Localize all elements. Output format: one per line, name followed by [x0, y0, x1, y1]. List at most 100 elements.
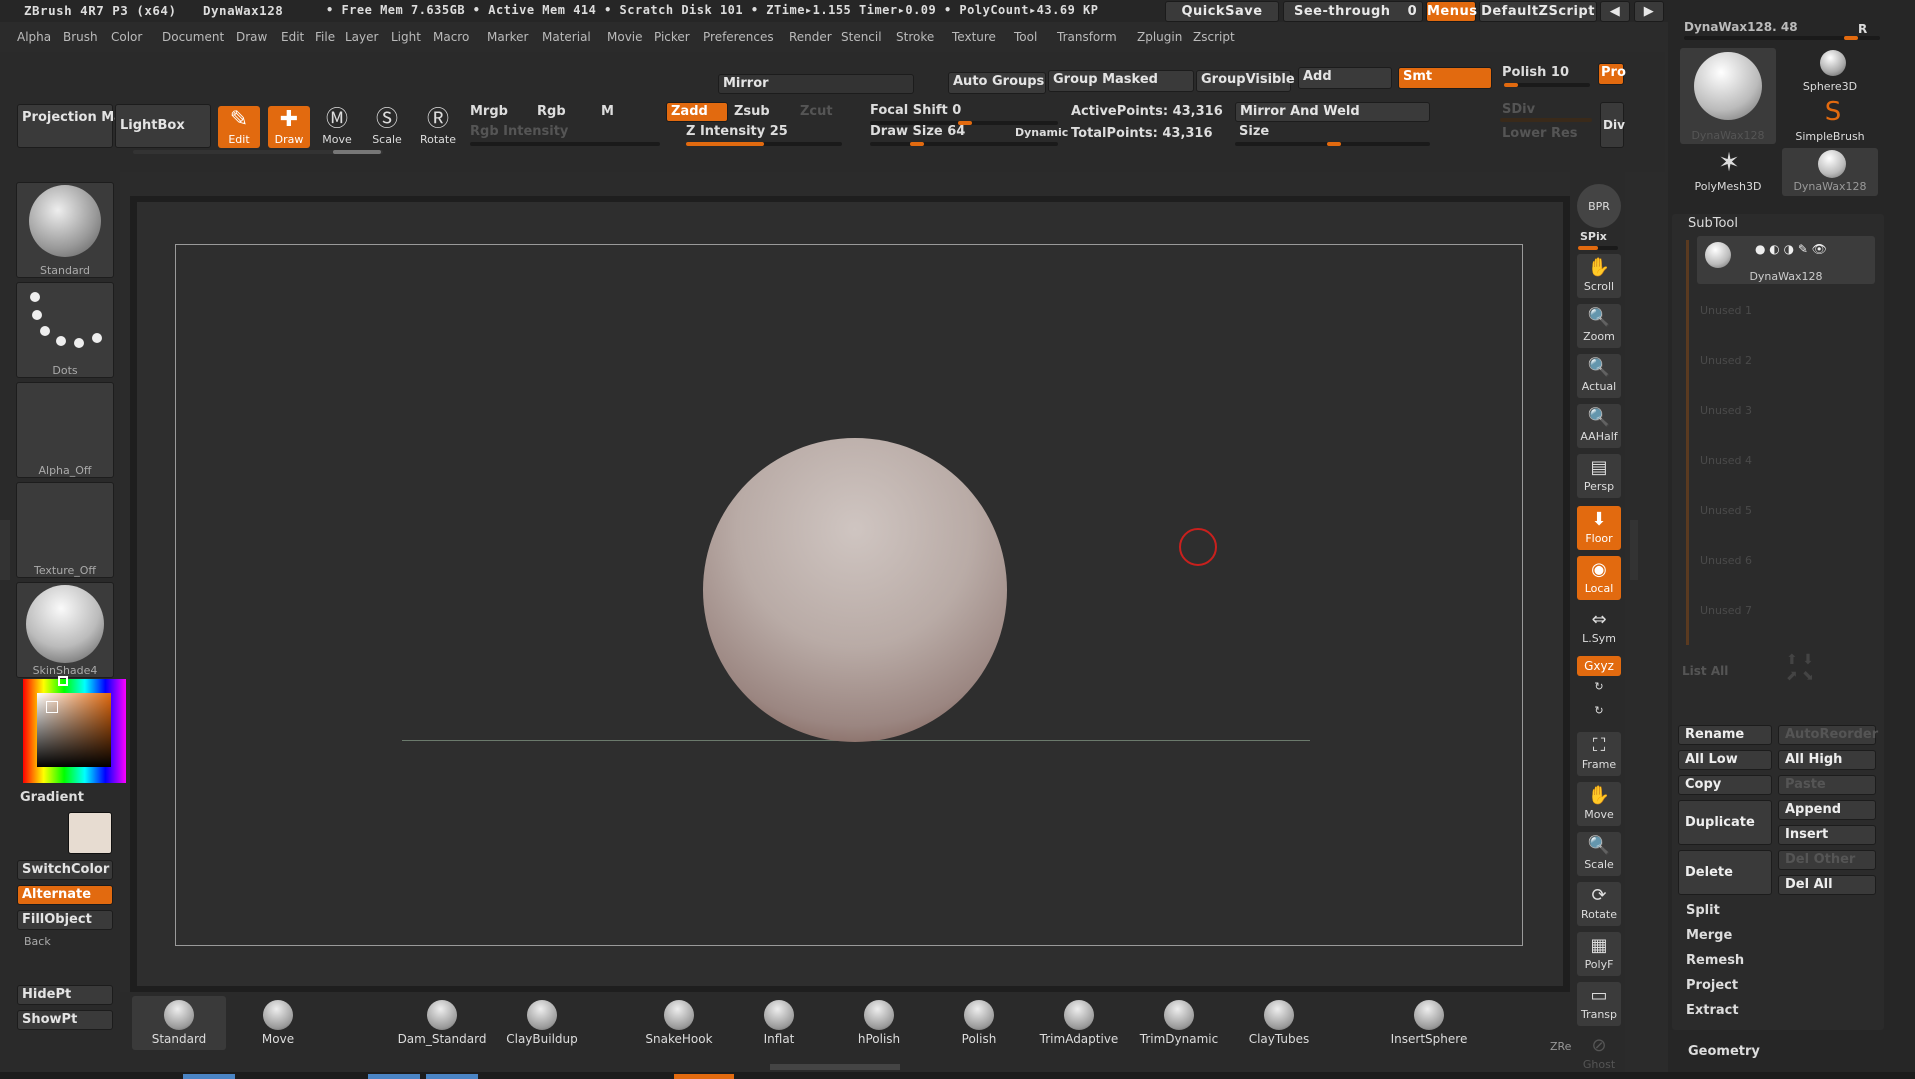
menu-zplugin[interactable]: Zplugin: [1137, 30, 1182, 44]
auto-reorder-button[interactable]: AutoReorder: [1778, 725, 1878, 745]
subtool-slot[interactable]: Unused 1: [1700, 304, 1752, 317]
scale-mode-button[interactable]: Ⓢ Scale: [366, 106, 408, 148]
default-zscript-button[interactable]: DefaultZScript: [1479, 1, 1597, 22]
spix-slider[interactable]: SPix: [1580, 230, 1607, 243]
taskbar-item[interactable]: [183, 1074, 235, 1079]
tool-dynawax-secondary[interactable]: DynaWax128: [1782, 148, 1878, 196]
secondary-color-swatch[interactable]: [68, 812, 112, 854]
brush-standard[interactable]: Standard: [132, 996, 226, 1050]
menu-brush[interactable]: Brush: [63, 30, 98, 44]
menu-draw[interactable]: Draw: [236, 30, 267, 44]
bottom-shelf-scroll[interactable]: [770, 1064, 900, 1070]
gradient-label[interactable]: Gradient: [20, 790, 84, 805]
menu-edit[interactable]: Edit: [281, 30, 304, 44]
zoom-button[interactable]: 🔍 Zoom: [1577, 304, 1621, 348]
brush-insertsphere[interactable]: InsertSphere: [1382, 996, 1476, 1050]
menu-preferences[interactable]: Preferences: [703, 30, 774, 44]
local-button[interactable]: ◉ Local: [1577, 556, 1621, 600]
append-button[interactable]: Append: [1778, 800, 1876, 820]
merge-menu[interactable]: Merge: [1686, 928, 1732, 943]
hide-pt-button[interactable]: HidePt: [17, 985, 113, 1005]
quicksave-button[interactable]: QuickSave: [1165, 1, 1279, 22]
alternate-button[interactable]: Alternate: [17, 885, 113, 905]
lower-res-button[interactable]: Lower Res: [1502, 126, 1578, 141]
rotate-view-button[interactable]: ⟳ Rotate: [1577, 882, 1621, 926]
tool-sphere3d[interactable]: Sphere3D: [1782, 48, 1878, 96]
menu-macro[interactable]: Macro: [433, 30, 469, 44]
auto-groups-button[interactable]: Auto Groups: [948, 72, 1046, 94]
taskbar-item[interactable]: [426, 1074, 478, 1079]
m-button[interactable]: M: [601, 104, 614, 119]
menu-alpha[interactable]: Alpha: [17, 30, 51, 44]
extract-menu[interactable]: Extract: [1686, 1003, 1739, 1018]
list-all-button[interactable]: List All: [1682, 664, 1728, 678]
scale-view-button[interactable]: 🔍 Scale: [1577, 832, 1621, 876]
size-slider[interactable]: [1235, 142, 1430, 146]
show-pt-button[interactable]: ShowPt: [17, 1010, 113, 1030]
menus-button[interactable]: Menus: [1426, 1, 1477, 22]
insert-button[interactable]: Insert: [1778, 825, 1876, 845]
edit-mode-button[interactable]: ✎ Edit: [218, 106, 260, 148]
zsub-button[interactable]: Zsub: [734, 104, 770, 119]
bpr-button[interactable]: BPR: [1577, 184, 1621, 228]
prev-icon[interactable]: ◀: [1600, 1, 1630, 22]
all-low-button[interactable]: All Low: [1678, 750, 1772, 770]
right-tray-toggle[interactable]: [1630, 520, 1638, 580]
subtool-arrows-icon[interactable]: ⬆ ⬇ ⬈ ⬊: [1786, 652, 1814, 684]
menu-document[interactable]: Document: [162, 30, 224, 44]
divide-button[interactable]: Div: [1600, 102, 1625, 148]
left-tray-toggle[interactable]: [0, 520, 10, 580]
spix-slider-track[interactable]: [1578, 246, 1618, 250]
paste-button[interactable]: Paste: [1778, 775, 1876, 795]
tool-simplebrush[interactable]: S SimpleBrush: [1782, 98, 1878, 146]
zremesher-shortcut[interactable]: ZRe: [1550, 1040, 1571, 1053]
split-menu[interactable]: Split: [1686, 903, 1720, 918]
mirror-button[interactable]: Mirror: [718, 74, 914, 94]
all-high-button[interactable]: All High: [1778, 750, 1876, 770]
menu-render[interactable]: Render: [789, 30, 832, 44]
menu-color[interactable]: Color: [111, 30, 142, 44]
subtool-slot[interactable]: Unused 3: [1700, 404, 1752, 417]
rotate-y-icon[interactable]: ↻: [1577, 680, 1621, 702]
lsym-button[interactable]: ⇔ L.Sym: [1577, 606, 1621, 650]
material-thumbnail[interactable]: SkinShade4: [16, 582, 114, 678]
menu-light[interactable]: Light: [391, 30, 421, 44]
actual-button[interactable]: 🔍 Actual: [1577, 354, 1621, 398]
rotate-z-icon[interactable]: ↻: [1577, 704, 1621, 726]
gxyz-button[interactable]: Gxyz: [1577, 656, 1621, 676]
draw-size-slider[interactable]: [870, 142, 1058, 146]
menu-stroke[interactable]: Stroke: [896, 30, 934, 44]
scroll-button[interactable]: ✋ Scroll: [1577, 254, 1621, 298]
tool-size-slider[interactable]: [1684, 36, 1880, 40]
brush-polish[interactable]: Polish: [932, 996, 1026, 1050]
subtool-title[interactable]: SubTool: [1688, 216, 1738, 231]
delete-button[interactable]: Delete: [1678, 850, 1772, 895]
copy-button[interactable]: Copy: [1678, 775, 1772, 795]
tool-polymesh3d[interactable]: ✶ PolyMesh3D: [1680, 148, 1776, 196]
tool-thumbnail-main[interactable]: DynaWax128: [1680, 48, 1776, 144]
floor-button[interactable]: ⬇ Floor: [1577, 506, 1621, 550]
move-mode-button[interactable]: Ⓜ Move: [316, 106, 358, 148]
move-view-button[interactable]: ✋ Move: [1577, 782, 1621, 826]
subtool-slot[interactable]: Unused 2: [1700, 354, 1752, 367]
brush-trimdynamic[interactable]: TrimDynamic: [1132, 996, 1226, 1050]
pro-button[interactable]: Pro: [1598, 63, 1626, 85]
subtool-slot[interactable]: Unused 6: [1700, 554, 1752, 567]
subtool-slot[interactable]: Unused 5: [1700, 504, 1752, 517]
brush-move[interactable]: Move: [231, 996, 325, 1050]
ghost-button[interactable]: ⊘ Ghost: [1577, 1032, 1621, 1072]
alpha-thumbnail[interactable]: Alpha_Off: [16, 382, 114, 478]
subtool-slot[interactable]: Unused 4: [1700, 454, 1752, 467]
subtool-active-row[interactable]: ● ◐ ◑ ✎ 👁 DynaWax128: [1697, 236, 1875, 284]
projection-master-button[interactable]: Projection Master: [17, 104, 152, 148]
smt-button[interactable]: Smt: [1398, 67, 1492, 89]
brush-hpolish[interactable]: hPolish: [832, 996, 926, 1050]
rgb-intensity-slider[interactable]: [470, 142, 660, 146]
lightbox-button[interactable]: LightBox: [115, 104, 211, 148]
transp-button[interactable]: ▭ Transp: [1577, 982, 1621, 1026]
fill-object-button[interactable]: FillObject: [17, 910, 113, 930]
brush-dam-standard[interactable]: Dam_Standard: [395, 996, 489, 1050]
brush-thumbnail[interactable]: Standard: [16, 182, 114, 278]
menu-layer[interactable]: Layer: [345, 30, 378, 44]
rotate-mode-button[interactable]: Ⓡ Rotate: [417, 106, 459, 148]
